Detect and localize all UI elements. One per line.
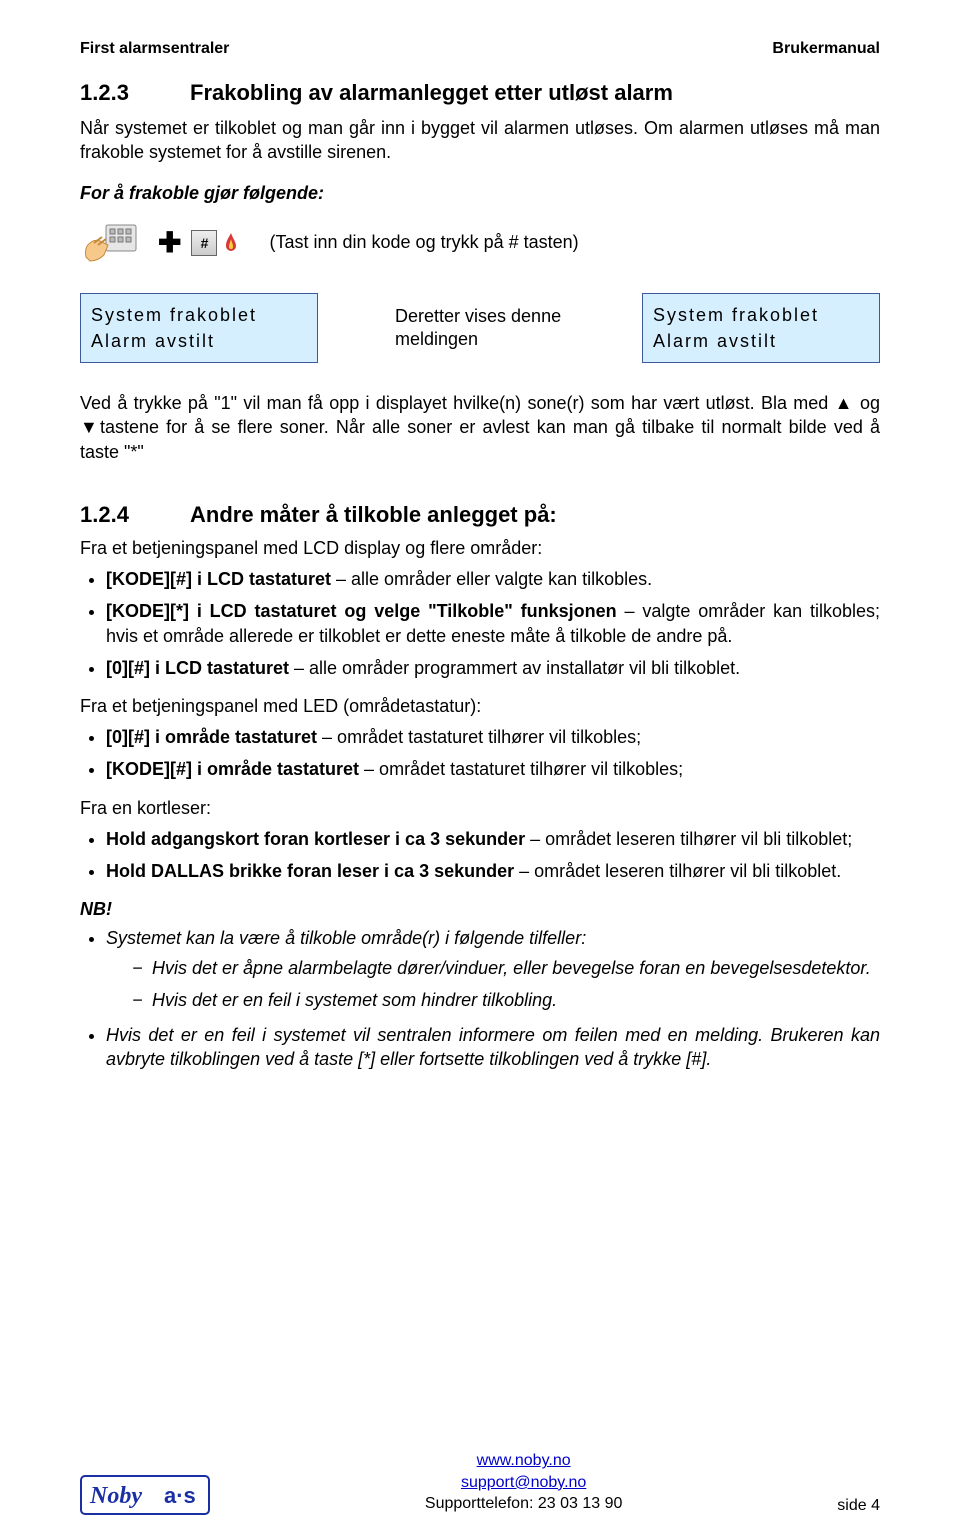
section-title: Andre måter å tilkoble anlegget på: bbox=[190, 502, 557, 528]
section-1-2-4-heading: 1.2.4 Andre måter å tilkoble anlegget på… bbox=[80, 502, 880, 528]
list-item-rest: – alle områder programmert av installatø… bbox=[289, 658, 740, 678]
list-item-bold: [0][#] i LCD tastaturet bbox=[106, 658, 289, 678]
list-item: Systemet kan la være å tilkoble område(r… bbox=[106, 926, 880, 1012]
list-item-rest: – området tastaturet tilhører vil tilkob… bbox=[359, 759, 683, 779]
lcd1-line1: System frakoblet bbox=[91, 302, 307, 328]
bullets-1: [KODE][#] i LCD tastaturet – alle område… bbox=[80, 567, 880, 680]
lcd-display-1: System frakoblet Alarm avstilt bbox=[80, 293, 318, 363]
list-item: Hold adgangskort foran kortleser i ca 3 … bbox=[106, 827, 880, 851]
lcd1-line2: Alarm avstilt bbox=[91, 328, 307, 354]
list-item-bold: [KODE][*] i LCD tastaturet og velge "Til… bbox=[106, 601, 617, 621]
lcd2-line2: Alarm avstilt bbox=[653, 328, 869, 354]
list-item-bold: [0][#] i område tastaturet bbox=[106, 727, 317, 747]
list-item-bold: Hold adgangskort foran kortleser i ca 3 … bbox=[106, 829, 525, 849]
footer-email[interactable]: support@noby.no bbox=[461, 1474, 586, 1491]
page-footer: Noby a·s www.noby.no support@noby.no Sup… bbox=[80, 1450, 880, 1515]
sub2: Fra et betjeningspanel med LED (områdeta… bbox=[80, 696, 880, 717]
page: First alarmsentraler Brukermanual 1.2.3 … bbox=[0, 0, 960, 1537]
nb-label: NB! bbox=[80, 899, 880, 920]
bullets-3: Hold adgangskort foran kortleser i ca 3 … bbox=[80, 827, 880, 884]
dash-item: Hvis det er åpne alarmbelagte dører/vind… bbox=[132, 955, 880, 981]
list-item-bold: [KODE][#] i LCD tastaturet bbox=[106, 569, 331, 589]
hash-key-icon: # bbox=[191, 230, 217, 256]
sub1: Fra et betjeningspanel med LCD display o… bbox=[80, 538, 880, 559]
list-item: Hold DALLAS brikke foran leser i ca 3 se… bbox=[106, 859, 880, 883]
header-right: Brukermanual bbox=[772, 40, 880, 58]
page-number: side 4 bbox=[837, 1497, 880, 1515]
frakoble-lead: For å frakoble gjør følgende: bbox=[80, 181, 880, 205]
footer-url[interactable]: www.noby.no bbox=[477, 1452, 571, 1469]
list-item-rest: – alle områder eller valgte kan tilkoble… bbox=[331, 569, 652, 589]
display-row: System frakoblet Alarm avstilt Deretter … bbox=[80, 293, 880, 363]
section-1-2-3-intro: Når systemet er tilkoblet og man går inn… bbox=[80, 116, 880, 165]
noby-logo: Noby a·s bbox=[80, 1475, 210, 1515]
flame-icon bbox=[221, 231, 241, 255]
lcd-display-2: System frakoblet Alarm avstilt bbox=[642, 293, 880, 363]
list-item-bold: [KODE][#] i område tastaturet bbox=[106, 759, 359, 779]
bullets-2: [0][#] i område tastaturet – området tas… bbox=[80, 725, 880, 782]
list-item: [KODE][#] i område tastaturet – området … bbox=[106, 757, 880, 781]
list-item: [0][#] i område tastaturet – området tas… bbox=[106, 725, 880, 749]
plus-icon: ✚ bbox=[158, 226, 181, 259]
footer-phone: Supporttelefon: 23 03 13 90 bbox=[425, 1493, 623, 1515]
list-item: [0][#] i LCD tastaturet – alle områder p… bbox=[106, 656, 880, 680]
lcd2-line1: System frakoblet bbox=[653, 302, 869, 328]
mid-text: Deretter vises denne meldingen bbox=[385, 305, 575, 352]
section-1-2-3-after: Ved å trykke på "1" vil man få opp i dis… bbox=[80, 391, 880, 464]
section-title: Frakobling av alarmanlegget etter utløst… bbox=[190, 80, 673, 106]
list-item-rest: – området tastaturet tilhører vil tilkob… bbox=[317, 727, 641, 747]
section-number: 1.2.4 bbox=[80, 502, 190, 528]
section-number: 1.2.3 bbox=[80, 80, 190, 106]
svg-text:Noby: Noby bbox=[89, 1483, 142, 1509]
list-item: [KODE][#] i LCD tastaturet – alle område… bbox=[106, 567, 880, 591]
nb-bullets: Systemet kan la være å tilkoble område(r… bbox=[80, 926, 880, 1071]
footer-center: www.noby.no support@noby.no Supporttelef… bbox=[425, 1450, 623, 1515]
list-item-bold: Hold DALLAS brikke foran leser i ca 3 se… bbox=[106, 861, 514, 881]
svg-text:a·s: a·s bbox=[164, 1483, 196, 1508]
list-item: [KODE][*] i LCD tastaturet og velge "Til… bbox=[106, 599, 880, 648]
instruction-row: ✚ # (Tast inn din kode og trykk på # tas… bbox=[80, 221, 880, 265]
header-left: First alarmsentraler bbox=[80, 40, 229, 58]
dash-item: Hvis det er en feil i systemet som hindr… bbox=[132, 987, 880, 1013]
sub3: Fra en kortleser: bbox=[80, 798, 880, 819]
hand-keypad-icon bbox=[80, 221, 140, 265]
dash-list: Hvis det er åpne alarmbelagte dører/vind… bbox=[106, 955, 880, 1013]
list-item-rest: – området leseren tilhører vil bli tilko… bbox=[514, 861, 841, 881]
section-1-2-3-heading: 1.2.3 Frakobling av alarmanlegget etter … bbox=[80, 80, 880, 106]
list-item-rest: – området leseren tilhører vil bli tilko… bbox=[525, 829, 852, 849]
list-item: Hvis det er en feil i systemet vil sentr… bbox=[106, 1023, 880, 1072]
list-item-lead: Hvis det er en feil i systemet vil sentr… bbox=[106, 1025, 880, 1069]
list-item-lead: Systemet kan la være å tilkoble område(r… bbox=[106, 928, 586, 948]
page-header: First alarmsentraler Brukermanual bbox=[80, 40, 880, 58]
instruction-text: (Tast inn din kode og trykk på # tasten) bbox=[269, 232, 578, 253]
